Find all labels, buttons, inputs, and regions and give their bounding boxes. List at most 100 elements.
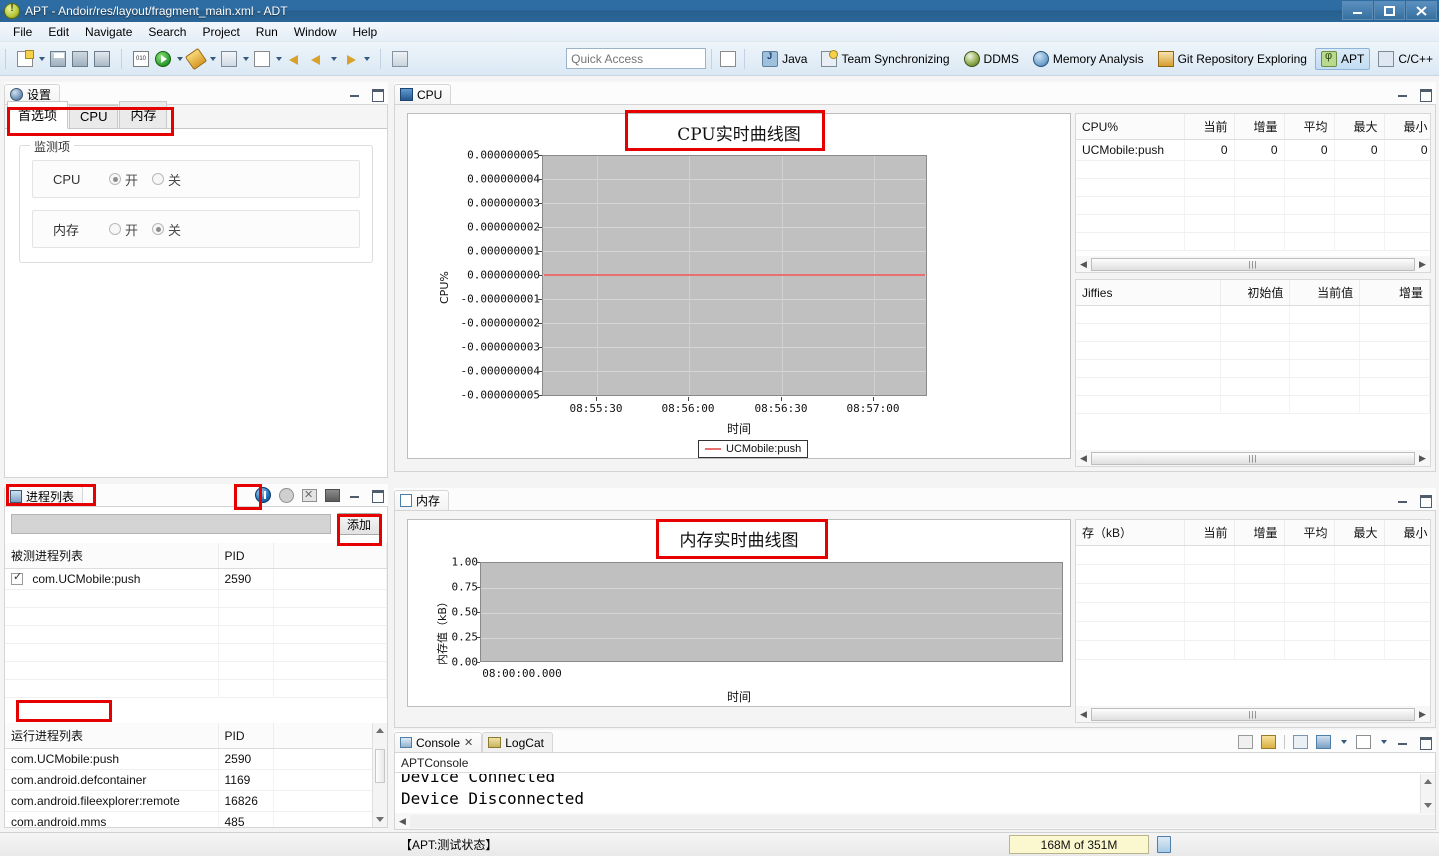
table-row[interactable] — [1076, 564, 1430, 584]
perspective-memory-analysis[interactable]: Memory Analysis — [1027, 48, 1150, 70]
new-dropdown-arrow-icon[interactable] — [36, 48, 47, 70]
pin-console-icon[interactable] — [1261, 735, 1276, 749]
clear-console-icon[interactable] — [1293, 735, 1308, 749]
debug-dropdown-arrow-icon[interactable] — [207, 48, 218, 70]
previous-dropdown-arrow-icon[interactable] — [328, 48, 339, 70]
menu-file[interactable]: File — [6, 23, 39, 41]
column-header-delta[interactable]: 增量 — [1234, 114, 1285, 140]
perspective-ddms[interactable]: DDMS — [958, 48, 1025, 70]
maximize-view-icon[interactable] — [1418, 735, 1432, 750]
menu-project[interactable]: Project — [195, 23, 246, 41]
maximize-button[interactable] — [1374, 1, 1405, 20]
print-icon[interactable] — [91, 48, 113, 70]
column-header-memory-kb[interactable]: 存（kB） — [1076, 520, 1185, 546]
table-row[interactable] — [5, 679, 387, 698]
column-header-jiffies[interactable]: Jiffies — [1076, 280, 1221, 306]
list-item[interactable]: com.UCMobile:push 2590 — [5, 748, 387, 770]
save-all-icon[interactable] — [69, 48, 91, 70]
open-console-arrow-icon[interactable] — [1379, 736, 1388, 748]
open-console-icon[interactable] — [1356, 735, 1371, 749]
logcat-tab[interactable]: LogCat — [482, 732, 553, 752]
maximize-view-icon[interactable] — [370, 87, 384, 102]
trash-icon[interactable] — [1157, 836, 1171, 853]
table-row[interactable] — [5, 643, 387, 662]
add-process-button[interactable]: 添加 — [337, 513, 381, 535]
scroll-right-icon[interactable]: ▶ — [1415, 453, 1430, 464]
table-row[interactable] — [1076, 232, 1430, 251]
table-row[interactable] — [5, 661, 387, 680]
cpu-table-hscrollbar[interactable]: ◀ ||| ▶ — [1076, 256, 1430, 272]
running-list-scrollbar[interactable] — [372, 723, 387, 827]
minimize-view-icon[interactable] — [348, 488, 362, 502]
perspective-cpp[interactable]: C/C++ — [1372, 48, 1439, 70]
menu-help[interactable]: Help — [346, 23, 385, 41]
open-perspective-icon[interactable] — [717, 48, 739, 70]
column-header-initial-value[interactable]: 初始值 — [1220, 280, 1291, 306]
column-header-max[interactable]: 最大 — [1334, 114, 1385, 140]
column-header-running-blank[interactable] — [273, 723, 387, 749]
maximize-view-icon[interactable] — [370, 488, 384, 503]
scroll-up-icon[interactable] — [1421, 774, 1435, 789]
perspective-java[interactable]: Java — [756, 48, 813, 70]
scroll-left-icon[interactable]: ◀ — [1076, 709, 1091, 720]
table-row[interactable] — [1076, 359, 1430, 378]
minimize-view-icon[interactable] — [1396, 87, 1410, 101]
menu-run[interactable]: Run — [249, 23, 285, 41]
close-icon[interactable]: ✕ — [464, 736, 473, 749]
console-output[interactable]: Device Connected Device Disconnected — [395, 774, 1435, 813]
memory-radio-off[interactable]: 关 — [152, 220, 181, 239]
column-header-delta[interactable]: 增量 — [1234, 520, 1285, 546]
column-header-min[interactable]: 最小 — [1384, 520, 1430, 546]
table-row[interactable] — [1076, 214, 1430, 233]
scroll-lock-icon[interactable] — [1238, 735, 1253, 749]
maximize-view-icon[interactable] — [1418, 493, 1432, 508]
minimize-view-icon[interactable] — [1396, 735, 1410, 749]
console-tab[interactable]: Console ✕ — [394, 732, 483, 752]
clear-icon[interactable]: ✕ — [302, 488, 317, 502]
column-header-max[interactable]: 最大 — [1334, 520, 1385, 546]
column-header-pid[interactable]: PID — [218, 543, 274, 569]
display-console-arrow-icon[interactable] — [1339, 736, 1348, 748]
minimize-view-icon[interactable] — [348, 87, 362, 101]
scroll-thumb[interactable]: ||| — [1091, 707, 1415, 721]
column-header-running-pid[interactable]: PID — [218, 723, 274, 749]
column-header-current[interactable]: 当前 — [1184, 520, 1235, 546]
table-row[interactable] — [1076, 305, 1430, 324]
table-row[interactable] — [1076, 545, 1430, 565]
table-row[interactable] — [5, 589, 387, 608]
new-android-icon[interactable] — [251, 48, 273, 70]
table-row[interactable] — [1076, 341, 1430, 360]
scroll-up-icon[interactable] — [373, 723, 387, 738]
scroll-thumb[interactable] — [375, 749, 385, 783]
display-console-icon[interactable] — [1316, 735, 1331, 749]
list-item[interactable]: com.android.mms 485 — [5, 811, 387, 827]
menu-edit[interactable]: Edit — [41, 23, 76, 41]
table-row[interactable] — [1076, 178, 1430, 197]
cpu-view-tab[interactable]: CPU — [394, 84, 452, 104]
console-vscrollbar[interactable] — [1420, 774, 1435, 813]
scroll-left-icon[interactable]: ◀ — [1076, 453, 1091, 464]
memory-view-tab[interactable]: 内存 — [394, 490, 450, 510]
settings-tab-preferences[interactable]: 首选项 — [7, 101, 69, 129]
forward-dropdown-arrow-icon[interactable] — [361, 48, 372, 70]
forward-icon[interactable] — [339, 48, 361, 70]
scroll-thumb[interactable]: ||| — [1091, 257, 1415, 271]
table-row[interactable] — [5, 625, 387, 644]
column-header-running-process[interactable]: 运行进程列表 — [5, 723, 219, 749]
table-row[interactable] — [1076, 640, 1430, 660]
run-dropdown-arrow-icon[interactable] — [174, 48, 185, 70]
list-item[interactable]: com.android.fileexplorer:remote 16826 — [5, 790, 387, 812]
settings-tab-memory[interactable]: 内存 — [119, 101, 168, 128]
debug-icon[interactable] — [184, 47, 208, 70]
column-header-cpu-percent[interactable]: CPU% — [1076, 114, 1185, 140]
heap-status[interactable]: 168M of 351M — [1009, 835, 1149, 854]
external-tools-dropdown-arrow-icon[interactable] — [240, 48, 251, 70]
pin-editor-icon[interactable] — [389, 48, 411, 70]
maximize-view-icon[interactable] — [1418, 87, 1432, 102]
column-header-jiffies-delta[interactable]: 增量 — [1359, 280, 1430, 306]
table-row[interactable]: UCMobile:push 0 0 0 0 0 — [1076, 139, 1430, 161]
console-hscrollbar[interactable]: ◀ — [395, 813, 1435, 829]
device-icon[interactable] — [325, 488, 340, 502]
table-row[interactable] — [1076, 323, 1430, 342]
process-checkbox[interactable] — [11, 570, 23, 585]
